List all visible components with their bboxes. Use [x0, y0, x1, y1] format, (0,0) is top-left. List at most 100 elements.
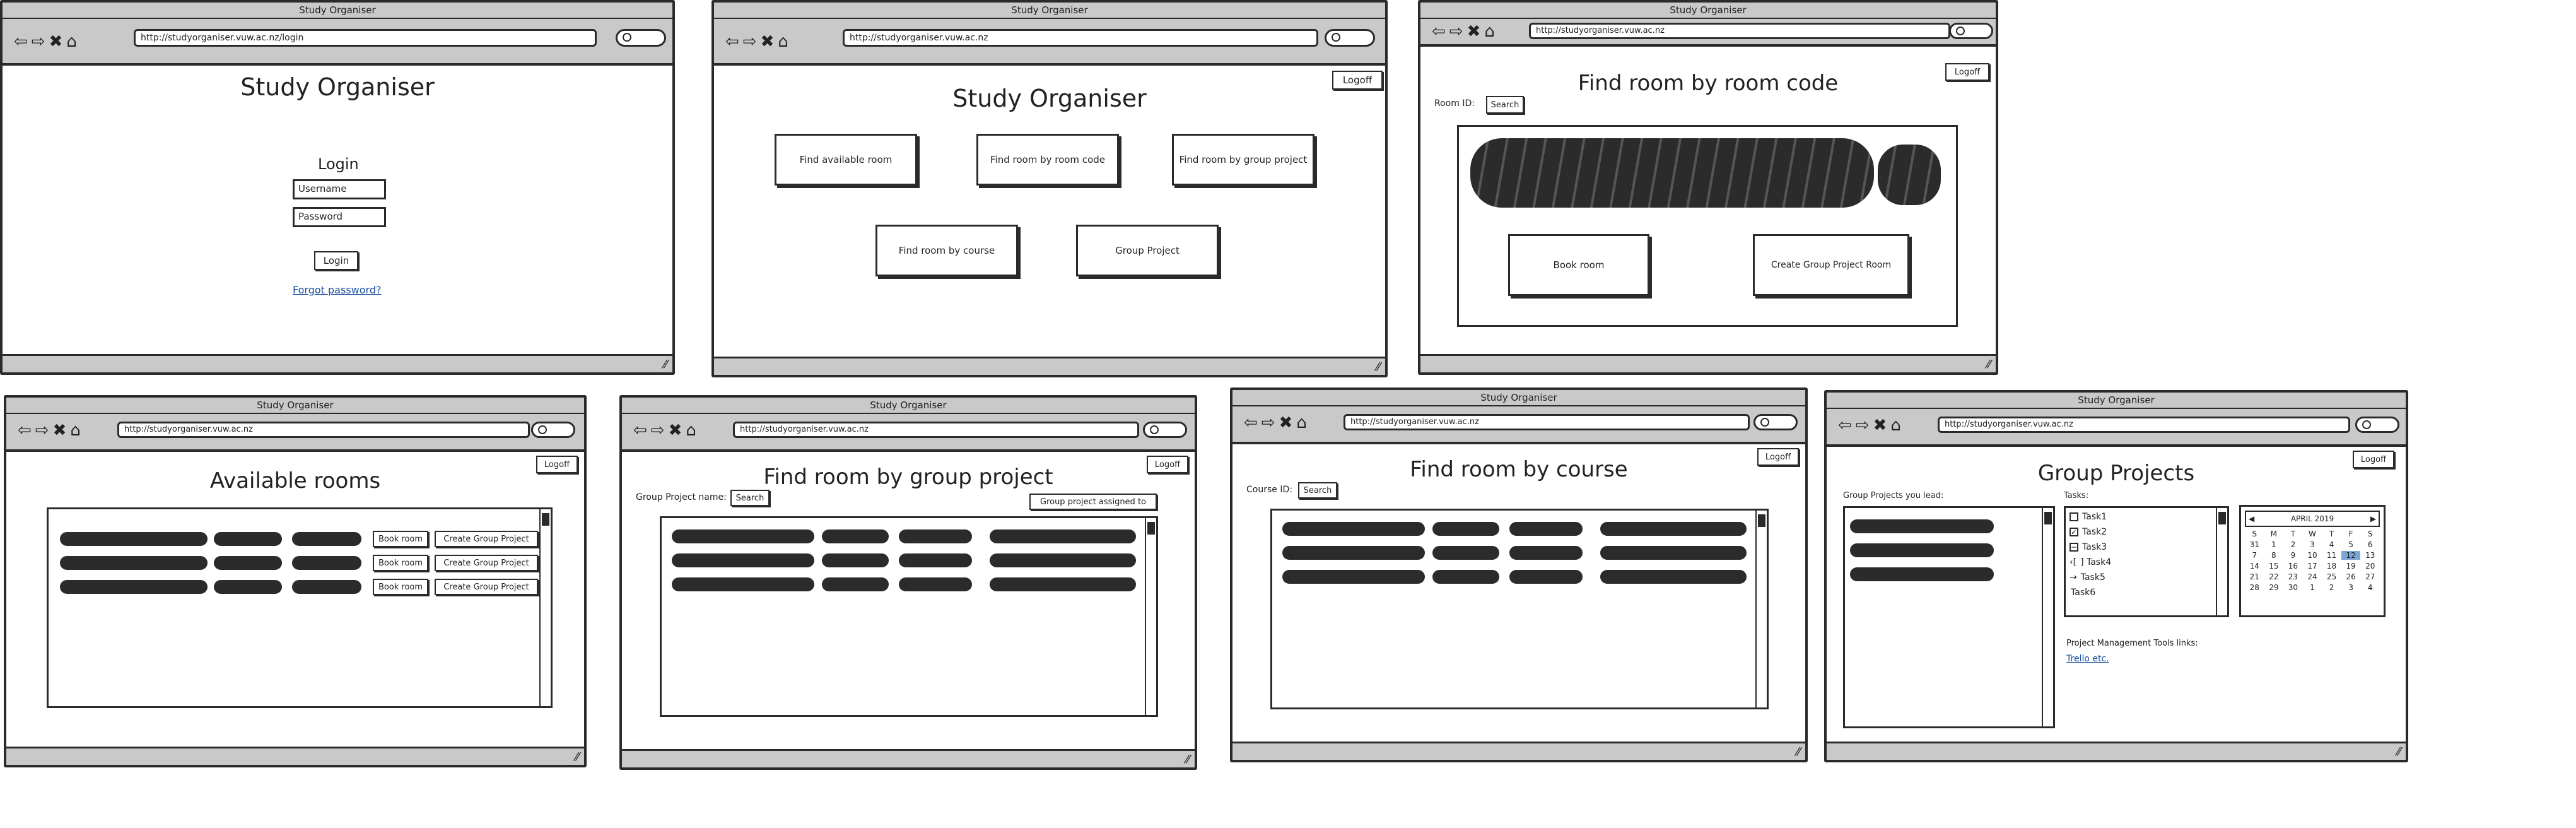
calendar-day[interactable]: 17 [2303, 562, 2322, 571]
group-project-button[interactable]: Group Project [1076, 225, 1219, 276]
calendar-day[interactable]: 24 [2303, 572, 2322, 581]
url-field[interactable]: http://studyorganiser.vuw.ac.nz [843, 29, 1318, 47]
calendar-day[interactable]: 10 [2303, 551, 2322, 560]
arrow-right-icon[interactable]: ⇨ [1856, 417, 1870, 434]
calendar[interactable]: ◀ APRIL 2019 ▶ S M T W T F S 31 1 2 3 4 5 6 7 8 9 10 11 12 1… [2239, 505, 2386, 617]
arrow-right-icon[interactable]: ⇨ [1262, 414, 1275, 432]
login-button[interactable]: Login [314, 251, 358, 270]
task-item[interactable]: Task1 [2070, 512, 2107, 522]
home-icon[interactable]: ⌂ [1484, 23, 1495, 40]
calendar-day[interactable]: 6 [2360, 540, 2380, 549]
calendar-day[interactable]: 22 [2264, 572, 2284, 581]
home-icon[interactable]: ⌂ [70, 422, 81, 439]
close-icon[interactable]: ✖ [1873, 417, 1887, 434]
resize-grip-icon[interactable]: ⁄⁄ [575, 750, 579, 764]
scrollbar[interactable] [1145, 518, 1156, 715]
search-icon[interactable] [531, 422, 575, 438]
calendar-day[interactable]: 1 [2264, 540, 2284, 549]
close-icon[interactable]: ✖ [53, 422, 67, 439]
book-room-button[interactable]: Book room [373, 531, 428, 547]
close-icon[interactable]: ✖ [49, 33, 63, 50]
create-group-project-button[interactable]: Create Group Project [435, 531, 538, 547]
calendar-day[interactable]: 19 [2341, 562, 2361, 571]
home-icon[interactable]: ⌂ [1296, 414, 1307, 432]
calendar-day[interactable]: 30 [2283, 583, 2303, 592]
search-icon[interactable] [1949, 23, 1993, 39]
arrow-right-icon[interactable]: ⇨ [1449, 23, 1463, 40]
calendar-day[interactable]: 28 [2245, 583, 2264, 592]
book-room-button[interactable]: Book room [1508, 234, 1649, 296]
calendar-day[interactable]: 2 [2283, 540, 2303, 549]
prev-month-icon[interactable]: ◀ [2249, 512, 2254, 526]
url-field[interactable]: http://studyorganiser.vuw.ac.nz [117, 422, 530, 438]
url-field[interactable]: http://studyorganiser.vuw.ac.nz/login [134, 29, 597, 47]
calendar-day[interactable]: 23 [2283, 572, 2303, 581]
url-field[interactable]: http://studyorganiser.vuw.ac.nz [1529, 23, 1950, 39]
calendar-day[interactable]: 4 [2322, 540, 2341, 549]
search-button[interactable]: Search [1298, 482, 1337, 499]
arrow-left-icon[interactable]: ⇦ [725, 33, 739, 50]
task-item[interactable]: ‹[] Task4 [2070, 557, 2111, 567]
calendar-day[interactable]: 21 [2245, 572, 2264, 581]
url-field[interactable]: http://studyorganiser.vuw.ac.nz [1938, 417, 2350, 433]
arrow-right-icon[interactable]: ⇨ [651, 422, 665, 439]
calendar-day[interactable]: 12 [2341, 551, 2361, 560]
home-icon[interactable]: ⌂ [1890, 417, 1901, 434]
calendar-day[interactable]: 7 [2245, 551, 2264, 560]
calendar-day[interactable]: 18 [2322, 562, 2341, 571]
resize-grip-icon[interactable]: ⁄⁄ [664, 358, 667, 371]
trello-link[interactable]: Trello etc. [2066, 654, 2109, 664]
calendar-day[interactable]: 15 [2264, 562, 2284, 571]
calendar-day[interactable]: 5 [2341, 540, 2361, 549]
search-icon[interactable] [616, 29, 666, 47]
resize-grip-icon[interactable]: ⁄⁄ [1987, 358, 1991, 371]
task-item[interactable]: → Task5 [2070, 572, 2105, 583]
forgot-password-link[interactable]: Forgot password? [293, 284, 381, 296]
arrow-left-icon[interactable]: ⇦ [14, 33, 28, 50]
calendar-day[interactable]: 3 [2303, 540, 2322, 549]
checkbox-indeterminate[interactable]: − [2070, 543, 2078, 552]
next-month-icon[interactable]: ▶ [2370, 512, 2376, 526]
arrow-left-icon[interactable]: ⇦ [18, 422, 32, 439]
home-icon[interactable]: ⌂ [686, 422, 696, 439]
find-available-room-button[interactable]: Find available room [775, 134, 917, 186]
create-group-project-room-button[interactable]: Create Group Project Room [1753, 234, 1909, 296]
close-icon[interactable]: ✖ [761, 33, 775, 50]
task-item[interactable]: Task6 [2071, 588, 2095, 598]
arrow-left-icon[interactable]: ⇦ [633, 422, 647, 439]
search-button[interactable]: Search [730, 490, 770, 506]
calendar-day[interactable]: 25 [2322, 572, 2341, 581]
close-icon[interactable]: ✖ [1279, 414, 1293, 432]
calendar-day[interactable]: 26 [2341, 572, 2361, 581]
home-icon[interactable]: ⌂ [66, 33, 77, 50]
calendar-day[interactable]: 2 [2322, 583, 2341, 592]
search-icon[interactable] [2355, 417, 2399, 433]
arrow-left-icon[interactable]: ⇦ [1432, 23, 1446, 40]
home-icon[interactable]: ⌂ [778, 33, 788, 50]
create-group-project-button[interactable]: Create Group Project [435, 579, 538, 595]
calendar-day[interactable]: 13 [2360, 551, 2380, 560]
calendar-day[interactable]: 27 [2360, 572, 2380, 581]
arrow-right-icon[interactable]: ⇨ [743, 33, 757, 50]
find-room-by-code-button[interactable]: Find room by room code [976, 134, 1119, 186]
resize-grip-icon[interactable]: ⁄⁄ [1186, 753, 1190, 766]
password-field[interactable]: Password [293, 207, 386, 227]
calendar-day[interactable]: 16 [2283, 562, 2303, 571]
calendar-day[interactable]: 14 [2245, 562, 2264, 571]
url-field[interactable]: http://studyorganiser.vuw.ac.nz [733, 422, 1139, 438]
search-icon[interactable] [1753, 414, 1798, 430]
checkbox-checked[interactable]: ✓ [2070, 528, 2078, 536]
resize-grip-icon[interactable]: ⁄⁄ [2397, 745, 2401, 759]
calendar-day[interactable]: 1 [2303, 583, 2322, 592]
username-field[interactable]: Username [293, 179, 386, 199]
calendar-day[interactable]: 3 [2341, 583, 2361, 592]
calendar-day[interactable]: 31 [2245, 540, 2264, 549]
arrow-left-icon[interactable]: ⇦ [1244, 414, 1258, 432]
find-room-by-course-button[interactable]: Find room by course [875, 225, 1018, 276]
calendar-day[interactable]: 9 [2283, 551, 2303, 560]
resize-grip-icon[interactable]: ⁄⁄ [1376, 360, 1380, 374]
create-group-project-button[interactable]: Create Group Project [435, 555, 538, 571]
book-room-button[interactable]: Book room [373, 579, 428, 595]
scrollbar[interactable] [539, 509, 551, 706]
scrollbar[interactable] [2042, 508, 2053, 726]
